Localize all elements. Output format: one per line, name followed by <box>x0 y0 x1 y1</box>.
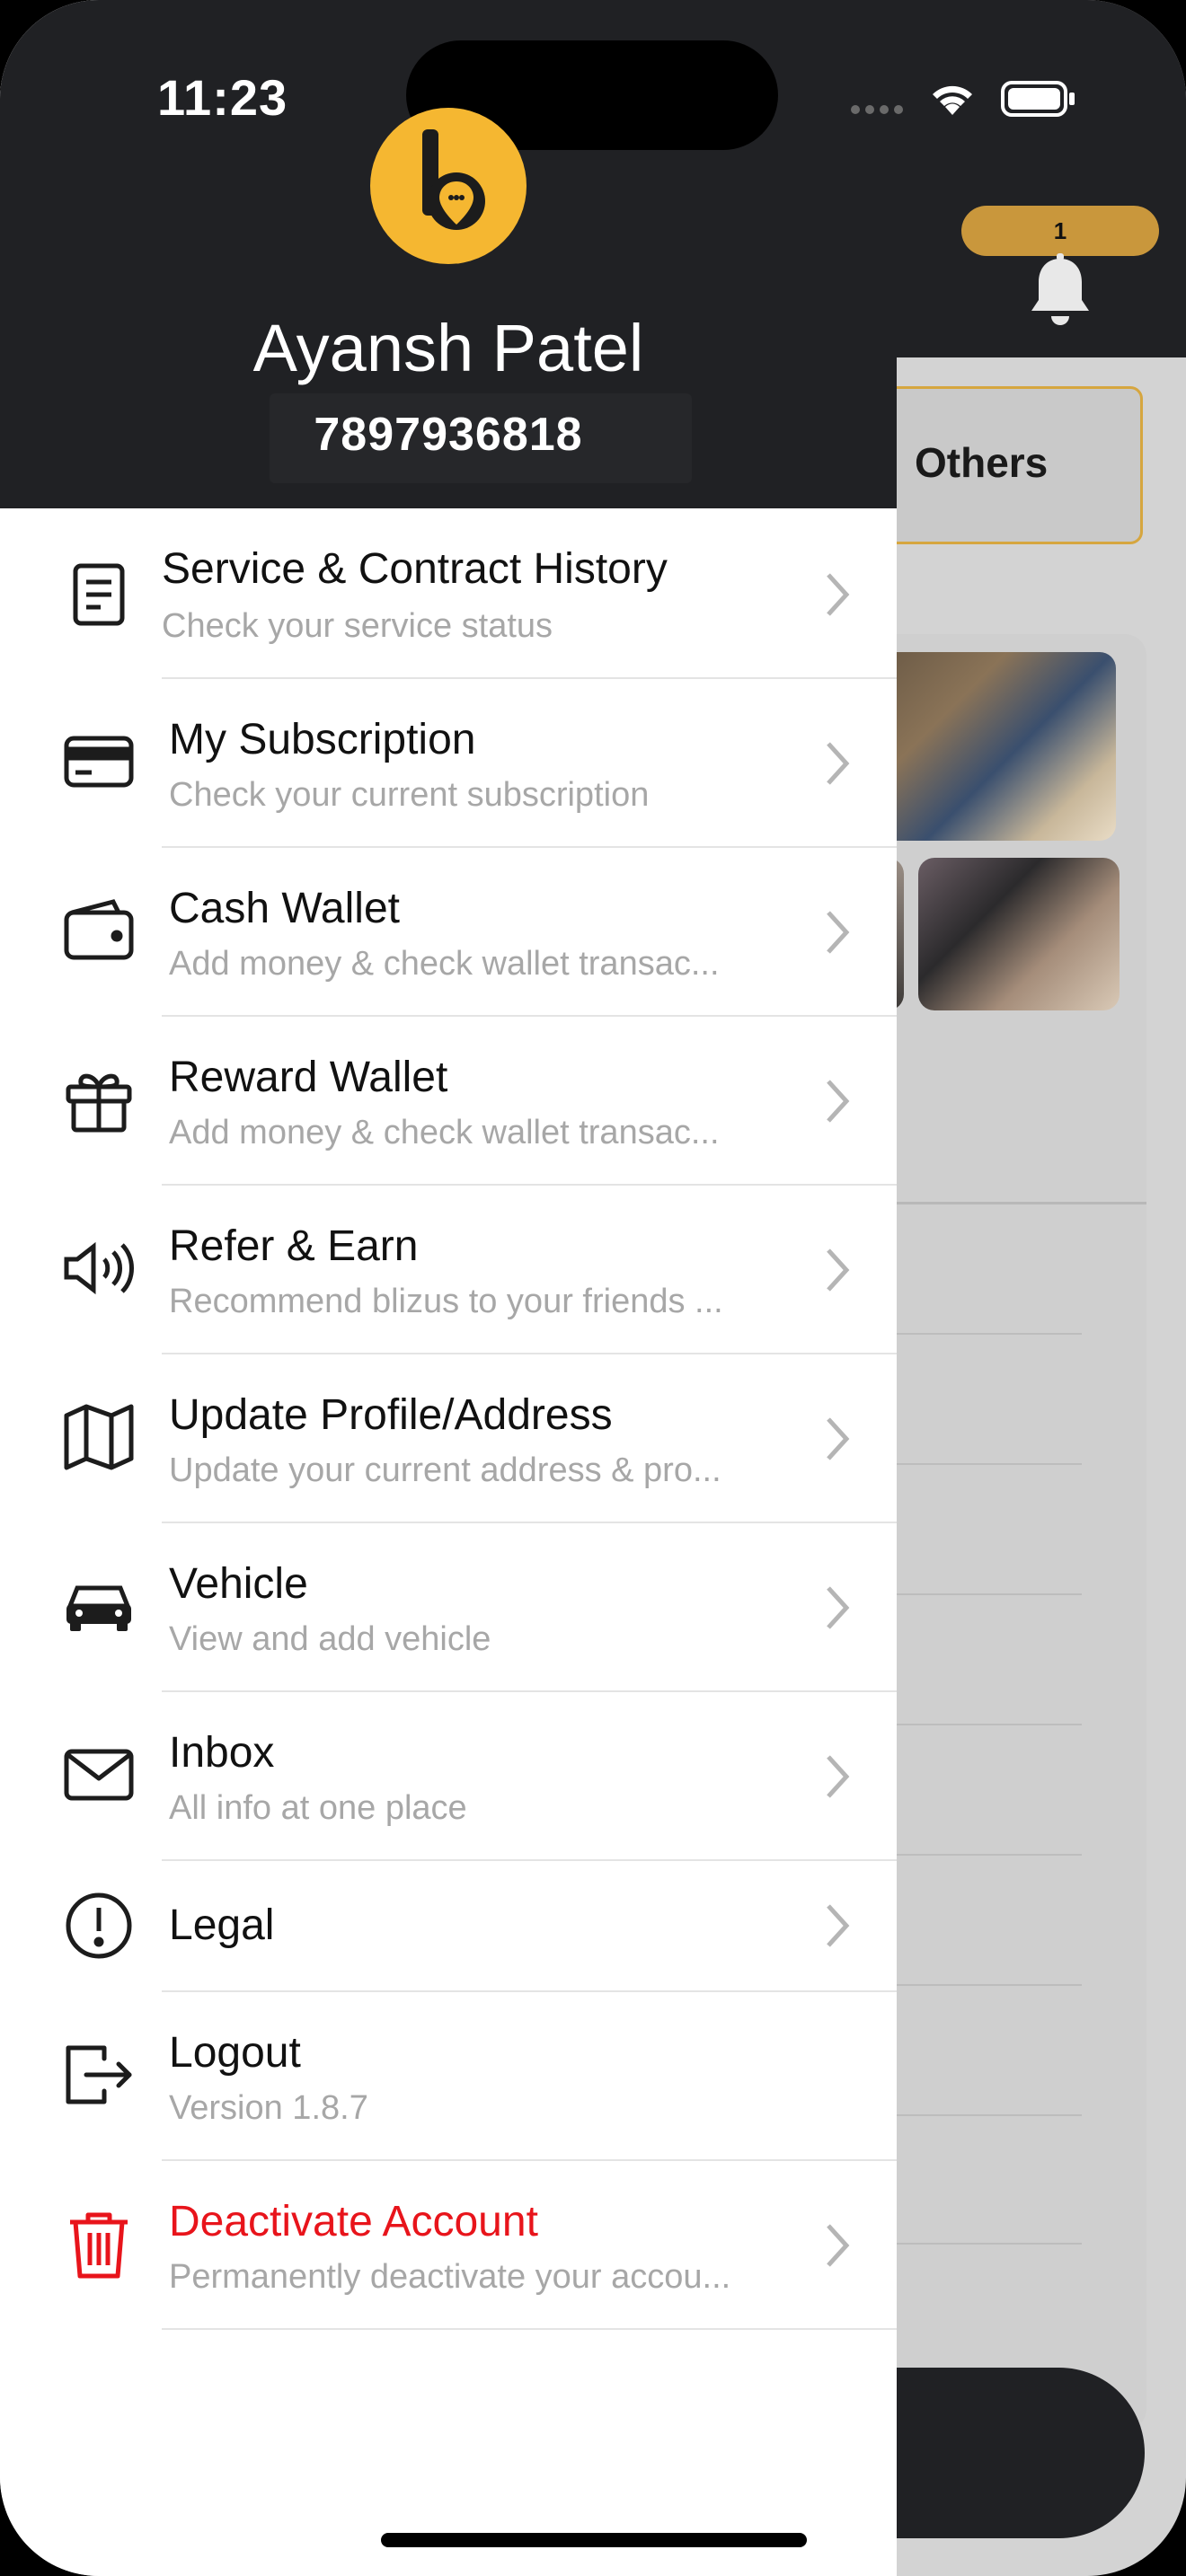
menu-item-subtitle: Permanently deactivate your accou... <box>169 2258 731 2296</box>
app-version: Version 1.8.7 <box>169 2089 368 2127</box>
credit-card-icon <box>61 724 137 799</box>
car-icon <box>61 1568 137 1644</box>
menu-item-subtitle: Check your current subscription <box>169 776 650 814</box>
menu-item-deactivate-account[interactable]: Deactivate Account Permanently deactivat… <box>0 2161 897 2328</box>
menu-item-title: Reward Wallet <box>169 1054 448 1101</box>
exclamation-circle-icon <box>61 1888 137 1963</box>
menu-item-subtitle: Add money & check wallet transac... <box>169 945 720 983</box>
menu-item-title: Service & Contract History <box>162 545 668 593</box>
wallet-icon <box>61 893 137 968</box>
envelope-icon <box>61 1737 137 1813</box>
speaker-icon <box>61 1231 137 1306</box>
background-divider <box>863 1202 1146 1204</box>
menu-item-title: My Subscription <box>169 716 476 763</box>
menu-item-vehicle[interactable]: Vehicle View and add vehicle <box>0 1523 897 1690</box>
status-bar-time: 11:23 <box>157 69 288 126</box>
chevron-right-icon <box>827 1248 850 1292</box>
service-photo-salon[interactable] <box>918 858 1120 1010</box>
menu-item-cash-wallet[interactable]: Cash Wallet Add money & check wallet tra… <box>0 848 897 1015</box>
menu-item-inbox[interactable]: Inbox All info at one place <box>0 1692 897 1859</box>
chevron-right-icon <box>827 1586 850 1629</box>
battery-icon <box>1001 81 1075 117</box>
menu-item-service-history[interactable]: Service & Contract History Check your se… <box>0 508 897 677</box>
bell-icon[interactable] <box>1024 253 1096 334</box>
category-tab-label: Others <box>915 439 1049 486</box>
logout-icon <box>61 2037 137 2113</box>
menu-item-subtitle: Recommend blizus to your friends ... <box>169 1283 723 1320</box>
menu-item-title: Legal <box>169 1901 275 1949</box>
cellular-signal-icon <box>851 105 903 114</box>
menu-item-subtitle: All info at one place <box>169 1789 467 1827</box>
menu-item-subscription[interactable]: My Subscription Check your current subsc… <box>0 679 897 846</box>
menu-item-title: Cash Wallet <box>169 885 400 932</box>
status-bar-indicators <box>851 81 1075 117</box>
document-icon <box>61 557 137 632</box>
map-icon <box>61 1399 137 1475</box>
chevron-right-icon <box>827 1417 850 1460</box>
notification-badge: 1 <box>961 206 1159 256</box>
menu-item-legal[interactable]: Legal <box>0 1861 897 1990</box>
menu-item-title: Vehicle <box>169 1560 308 1608</box>
menu-item-refer-earn[interactable]: Refer & Earn Recommend blizus to your fr… <box>0 1186 897 1353</box>
chevron-right-icon <box>827 2224 850 2267</box>
menu-item-title: Inbox <box>169 1729 275 1777</box>
chevron-right-icon <box>827 1904 850 1947</box>
user-phone: 7897936818 <box>314 409 583 461</box>
menu-item-logout[interactable]: Logout Version 1.8.7 <box>0 1992 897 2159</box>
chevron-right-icon <box>827 1080 850 1123</box>
menu-separator <box>162 2328 897 2330</box>
gift-icon <box>61 1062 137 1137</box>
chevron-right-icon <box>827 573 850 616</box>
side-drawer: 11:23 Ayansh Patel 7897936818 Service & … <box>0 0 897 2576</box>
chevron-right-icon <box>827 742 850 785</box>
menu-item-subtitle: Check your service status <box>162 607 553 645</box>
menu-item-subtitle: Update your current address & pro... <box>169 1451 721 1489</box>
menu-item-reward-wallet[interactable]: Reward Wallet Add money & check wallet t… <box>0 1017 897 1184</box>
app-logo <box>370 108 527 264</box>
menu-item-title: Update Profile/Address <box>169 1391 613 1439</box>
menu-item-title: Deactivate Account <box>169 2198 538 2245</box>
wifi-icon <box>933 85 972 115</box>
menu-item-subtitle: Add money & check wallet transac... <box>169 1114 720 1151</box>
menu-item-subtitle: View and add vehicle <box>169 1620 491 1658</box>
menu-item-title: Logout <box>169 2029 301 2077</box>
service-photo-painting[interactable] <box>881 652 1116 841</box>
menu-item-update-profile[interactable]: Update Profile/Address Update your curre… <box>0 1354 897 1522</box>
phone-screen: 1 Others 11:23 Ayansh Patel 7897936818 S… <box>0 0 1186 2576</box>
trash-icon <box>61 2206 137 2281</box>
chevron-right-icon <box>827 911 850 954</box>
menu-item-title: Refer & Earn <box>169 1222 419 1270</box>
home-indicator <box>381 2533 807 2547</box>
chevron-right-icon <box>827 1755 850 1798</box>
user-name: Ayansh Patel <box>252 311 644 385</box>
